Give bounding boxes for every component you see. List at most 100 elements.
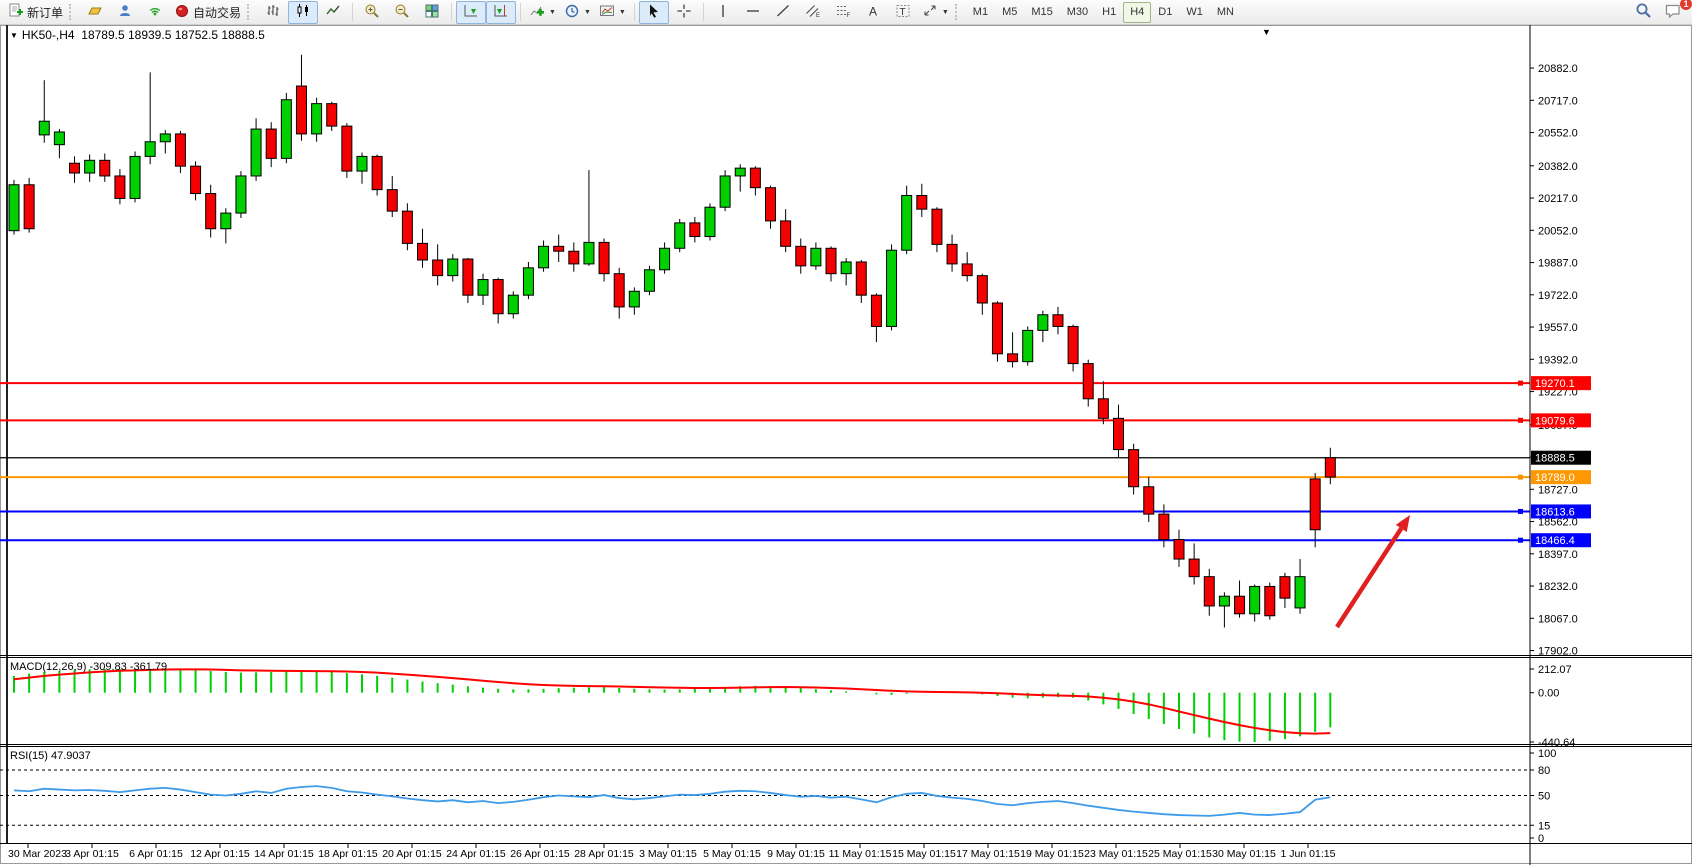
equidistant-channel-icon: E: [805, 3, 821, 22]
axis-tick-label: 20382.0: [1538, 161, 1578, 173]
line-handle[interactable]: [1518, 509, 1523, 514]
bar-chart-button[interactable]: [258, 1, 288, 24]
candle: [554, 246, 564, 251]
candle: [387, 190, 397, 212]
axis-tick-label: 212.07: [1538, 664, 1572, 676]
new-order-icon: [8, 3, 24, 22]
date-label: 1 Jun 01:15: [1281, 848, 1336, 860]
text-label-button[interactable]: T: [888, 1, 918, 24]
candle: [644, 270, 654, 292]
tf-w1-button[interactable]: W1: [1179, 2, 1210, 23]
fibonacci-button[interactable]: F: [828, 1, 858, 24]
date-label: 11 May 01:15: [829, 848, 892, 860]
profile-icon: [117, 3, 133, 22]
axis-tick-label: 19722.0: [1538, 290, 1578, 302]
toolbar-separator: [352, 3, 353, 21]
chat-button[interactable]: 1: [1658, 1, 1688, 24]
candle: [9, 185, 19, 231]
toolbar-separator: [520, 3, 521, 21]
indicators-button[interactable]: ▼: [525, 1, 560, 24]
line-handle[interactable]: [1518, 381, 1523, 386]
new-order-button[interactable]: 新订单: [4, 1, 67, 24]
tf-h1-button[interactable]: H1: [1095, 2, 1123, 23]
auto-scroll-button[interactable]: [456, 1, 486, 24]
line-handle[interactable]: [1518, 475, 1523, 480]
candle: [1280, 577, 1290, 599]
tf-m15-button[interactable]: M15: [1024, 2, 1059, 23]
text-button[interactable]: A: [858, 1, 888, 24]
candle: [887, 250, 897, 326]
vertical-line-button[interactable]: [708, 1, 738, 24]
line-handle[interactable]: [1518, 418, 1523, 423]
equidistant-channel-button[interactable]: E: [798, 1, 828, 24]
toolbar-separator: [451, 3, 452, 21]
arrows-button[interactable]: ▼: [918, 1, 953, 24]
chart-canvas[interactable]: 20882.020717.020552.020382.020217.020052…: [0, 25, 1692, 865]
candle: [39, 121, 49, 135]
candle: [1174, 540, 1184, 560]
templates-button[interactable]: ▼: [595, 1, 630, 24]
price-tag-label: 19079.6: [1535, 415, 1575, 427]
tile-windows-button[interactable]: [417, 1, 447, 24]
tf-m30-button[interactable]: M30: [1060, 2, 1095, 23]
periods-button[interactable]: ▼: [560, 1, 595, 24]
date-label: 25 May 01:15: [1148, 848, 1212, 860]
chart-shift-button[interactable]: [486, 1, 516, 24]
axis-tick-label: 19557.0: [1538, 322, 1578, 334]
horizontal-line-icon: [745, 3, 761, 22]
profile-button[interactable]: [110, 1, 140, 24]
signals-button[interactable]: [140, 1, 170, 24]
zoom-in-button[interactable]: [357, 1, 387, 24]
candle: [221, 213, 231, 229]
tf-h4-button[interactable]: H4: [1123, 2, 1151, 23]
price-tag-label: 19270.1: [1535, 378, 1575, 390]
cursor-button[interactable]: [639, 1, 669, 24]
chat-badge: 1: [1680, 0, 1692, 10]
history-center-button[interactable]: [80, 1, 110, 24]
toolbar-grip: [69, 4, 76, 20]
tf-mn-button[interactable]: MN: [1210, 2, 1241, 23]
toolbar-right-group: 1: [1628, 1, 1688, 24]
templates-icon: [599, 3, 615, 22]
candle: [1098, 399, 1108, 419]
price-tag-label: 18888.5: [1535, 453, 1575, 465]
chart-shift-icon: [493, 3, 509, 22]
date-label: 17 May 01:15: [956, 848, 1020, 860]
candle: [478, 280, 488, 296]
tile-windows-icon: [424, 3, 440, 22]
line-chart-button[interactable]: [318, 1, 348, 24]
axis-tick-label: 19392.0: [1538, 354, 1578, 366]
candle: [1295, 577, 1305, 608]
line-handle[interactable]: [1518, 538, 1523, 543]
cursor-icon: [646, 3, 662, 22]
zoom-out-button[interactable]: [387, 1, 417, 24]
candle: [1265, 586, 1275, 615]
crosshair-button[interactable]: [669, 1, 699, 24]
candlestick-chart-button[interactable]: [288, 1, 318, 24]
chevron-down-icon: ▼: [549, 9, 556, 16]
candlestick-chart-icon: [295, 3, 311, 22]
search-button[interactable]: [1628, 1, 1658, 24]
date-label: 26 Apr 01:15: [510, 848, 570, 860]
candle: [705, 207, 715, 236]
candle: [463, 259, 473, 295]
candle: [85, 160, 95, 173]
arrows-icon: [922, 3, 938, 22]
tf-m1-button[interactable]: M1: [966, 2, 995, 23]
tf-d1-button[interactable]: D1: [1151, 2, 1179, 23]
crosshair-icon: [676, 3, 692, 22]
candle: [720, 176, 730, 207]
price-tag-label: 18789.0: [1535, 472, 1575, 484]
timeframe-group: M1M5M15M30H1H4D1W1MN: [966, 2, 1241, 23]
tf-m5-button[interactable]: M5: [995, 2, 1024, 23]
trendline-button[interactable]: [768, 1, 798, 24]
zoom-in-icon: [364, 3, 380, 22]
candle: [418, 243, 428, 260]
date-label: 14 Apr 01:15: [254, 848, 314, 860]
candle: [932, 209, 942, 244]
date-label: 23 May 01:15: [1084, 848, 1148, 860]
horizontal-line-button[interactable]: [738, 1, 768, 24]
candle: [206, 194, 216, 229]
autotrading-button[interactable]: 自动交易: [170, 1, 245, 24]
candle: [569, 251, 579, 264]
